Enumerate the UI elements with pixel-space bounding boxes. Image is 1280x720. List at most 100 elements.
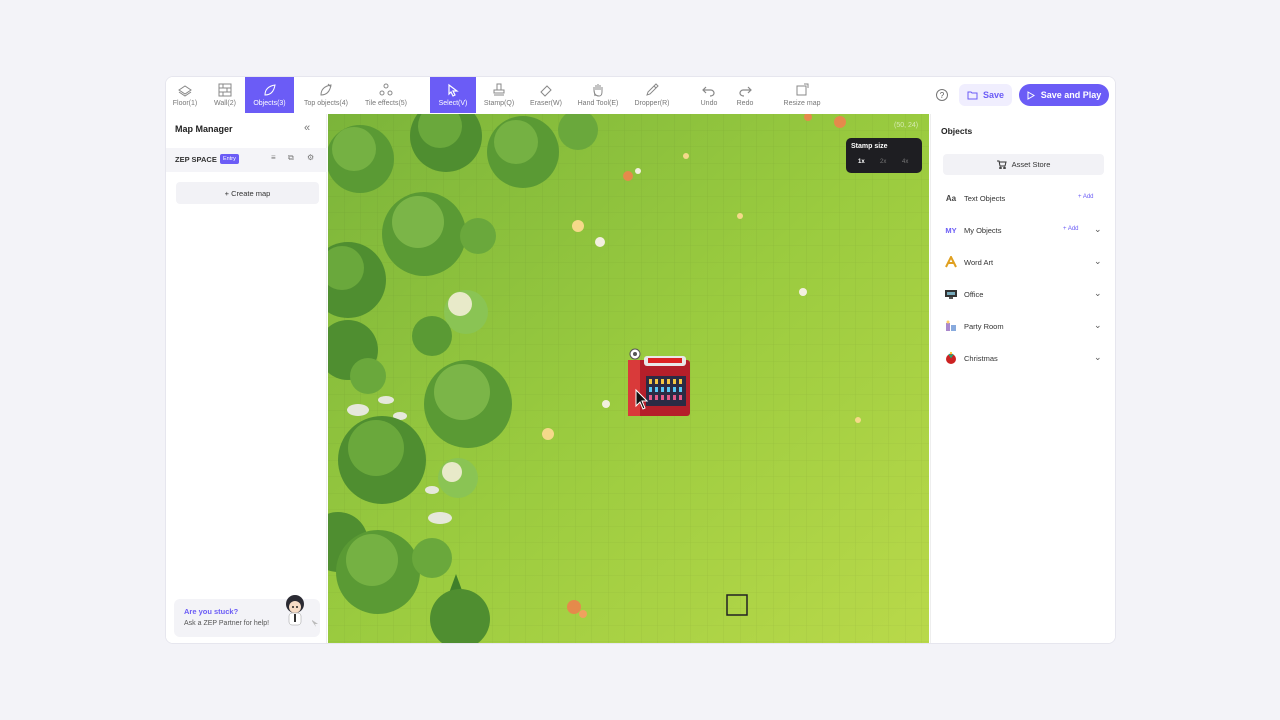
cursor-small-icon: [312, 620, 318, 627]
christmas-icon: [946, 352, 956, 364]
tool-label: Stamp(Q): [483, 100, 515, 107]
office-icon: [945, 290, 957, 299]
map-canvas[interactable]: (50, 24) Stamp size 1x 2x 4x: [328, 114, 929, 643]
tool-label: Select(V): [438, 100, 468, 107]
chevron-down-icon[interactable]: ⌄: [1094, 320, 1102, 331]
tool-label: Tile effects(5): [364, 100, 407, 107]
category-label: Office: [964, 290, 984, 299]
objects-panel: Objects Asset Store Aa Text Objects + Ad…: [930, 114, 1115, 643]
category-label: Christmas: [964, 354, 998, 363]
category-label: Word Art: [964, 258, 994, 267]
add-text-object-button[interactable]: + Add: [1078, 194, 1094, 200]
partner-help-card[interactable]: Are you stuck? Ask a ZEP Partner for hel…: [174, 595, 320, 637]
create-map-button[interactable]: + Create map: [176, 182, 319, 204]
help-question-icon: ?: [939, 90, 945, 100]
map-scene: [328, 114, 929, 643]
tool-label: Hand Tool(E): [577, 100, 619, 107]
tool-select[interactable]: Select(V): [430, 77, 476, 113]
help-button[interactable]: ?: [936, 89, 948, 101]
chevron-down-icon[interactable]: ⌄: [1094, 224, 1102, 235]
category-party-room[interactable]: Party Room ⌄: [931, 318, 1115, 336]
tool-hand[interactable]: Hand Tool(E): [574, 77, 622, 113]
folder-icon: [967, 91, 978, 99]
save-and-play-button[interactable]: Save and Play: [1019, 84, 1109, 106]
tool-label: Floor(1): [172, 100, 198, 107]
objects-icon: [263, 84, 276, 96]
chevron-down-icon[interactable]: ⌄: [1094, 288, 1102, 299]
collapse-panel-icon[interactable]: «: [304, 122, 310, 134]
tool-floor[interactable]: Floor(1): [168, 77, 202, 113]
hand-icon: [593, 84, 603, 97]
category-christmas[interactable]: Christmas ⌄: [931, 350, 1115, 368]
tool-label: Resize map: [783, 100, 821, 107]
stamp-size-1x[interactable]: 1x: [858, 159, 865, 165]
chevron-down-icon[interactable]: ⌄: [1094, 256, 1102, 267]
partner-avatar: [286, 595, 304, 626]
tool-label: Wall(2): [214, 100, 236, 107]
play-icon: [1027, 90, 1035, 100]
chevron-down-icon[interactable]: ⌄: [1094, 352, 1102, 363]
save-and-play-label: Save and Play: [1040, 90, 1102, 100]
category-text-objects[interactable]: Aa Text Objects + Add: [931, 190, 1115, 208]
tool-undo[interactable]: Undo: [694, 77, 724, 113]
tool-stamp[interactable]: Stamp(Q): [480, 77, 518, 113]
stamp-icon: [493, 83, 505, 96]
entry-badge: Entry: [220, 154, 239, 164]
asset-store-button[interactable]: Asset Store: [943, 154, 1104, 175]
undo-icon: [702, 86, 715, 97]
tool-top-objects[interactable]: Top objects(4): [300, 77, 352, 113]
map-manager-title: Map Manager: [175, 124, 233, 134]
tool-label: Objects(3): [253, 100, 286, 107]
category-my-objects[interactable]: MY My Objects + Add ⌄: [931, 222, 1115, 240]
settings-icon[interactable]: ⚙: [307, 153, 314, 162]
tool-objects[interactable]: Objects(3): [245, 77, 294, 113]
resize-icon: [796, 83, 809, 96]
category-label: My Objects: [964, 226, 1002, 235]
category-office[interactable]: Office ⌄: [931, 286, 1115, 304]
map-editor-window: Floor(1) Wall(2) Objects(3) Top objects(…: [165, 76, 1116, 644]
category-word-art[interactable]: Word Art ⌄: [931, 254, 1115, 272]
tool-label: Redo: [736, 100, 754, 107]
top-objects-icon: [320, 83, 332, 96]
add-my-object-button[interactable]: + Add: [1063, 226, 1079, 232]
word-art-icon: [945, 256, 957, 268]
category-label: Text Objects: [964, 194, 1006, 203]
tool-tile-effects[interactable]: Tile effects(5): [361, 77, 411, 113]
text-objects-icon: Aa: [945, 193, 957, 203]
tool-resize-map[interactable]: Resize map: [778, 77, 826, 113]
stamp-size-2x[interactable]: 2x: [880, 159, 886, 165]
tool-redo[interactable]: Redo: [730, 77, 760, 113]
eraser-icon: [540, 85, 552, 97]
cursor-icon: [448, 83, 459, 97]
space-name: ZEP SPACE: [175, 155, 217, 164]
help-question: Are you stuck?: [184, 607, 239, 616]
tool-eraser[interactable]: Eraser(W): [526, 77, 566, 113]
my-objects-icon: MY: [945, 225, 957, 235]
cart-icon: [996, 160, 1007, 169]
dropper-icon: [646, 83, 659, 96]
tool-label: Undo: [700, 100, 718, 107]
map-coordinates: (50, 24): [894, 122, 919, 129]
category-label: Party Room: [964, 322, 1004, 331]
save-button[interactable]: Save: [959, 84, 1013, 106]
redo-icon: [739, 86, 752, 97]
floor-icon: [178, 85, 192, 97]
save-label: Save: [983, 90, 1005, 100]
wall-icon: [218, 83, 232, 97]
help-subtitle: Ask a ZEP Partner for help!: [184, 620, 270, 627]
list-icon[interactable]: ≡: [271, 153, 276, 162]
copy-icon[interactable]: ⧉: [288, 153, 294, 163]
tool-wall[interactable]: Wall(2): [208, 77, 242, 113]
tool-label: Dropper(R): [634, 100, 670, 107]
asset-store-label: Asset Store: [1011, 160, 1051, 169]
tile-effects-icon: [379, 83, 393, 96]
stamp-size-panel: Stamp size 1x 2x 4x: [846, 138, 922, 173]
tool-label: Top objects(4): [304, 100, 348, 107]
stamp-size-4x[interactable]: 4x: [902, 159, 908, 165]
space-row[interactable]: ZEP SPACE Entry ≡ ⧉ ⚙: [166, 148, 327, 172]
tool-label: Eraser(W): [530, 100, 562, 107]
toolbar: Floor(1) Wall(2) Objects(3) Top objects(…: [166, 77, 1115, 114]
tool-dropper[interactable]: Dropper(R): [632, 77, 672, 113]
party-room-icon: [946, 320, 956, 331]
stamp-size-title: Stamp size: [851, 143, 888, 150]
